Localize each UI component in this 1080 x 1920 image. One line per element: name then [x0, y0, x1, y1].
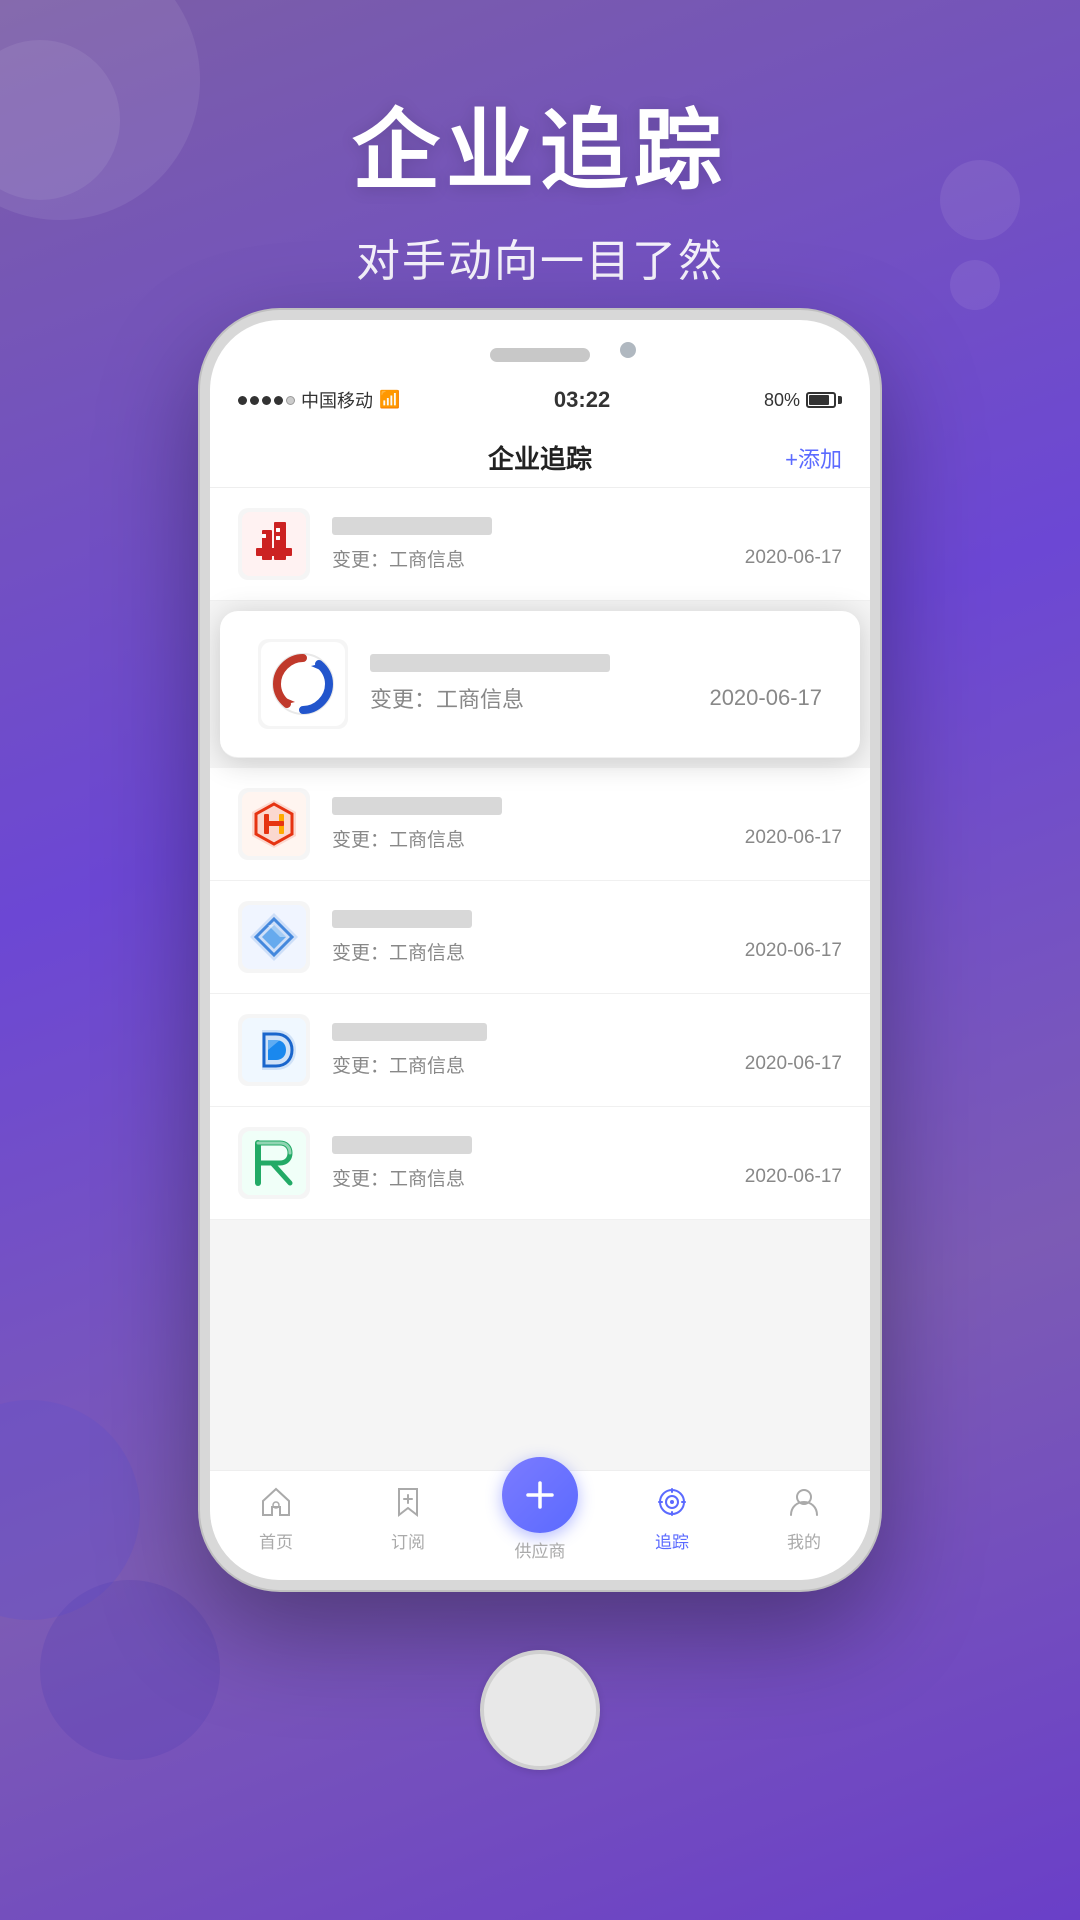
- item-meta-5: 变更：工商信息 2020-06-17: [332, 1051, 842, 1078]
- phone-inner: 中国移动 📶 03:22 80% 企业追踪 +添加: [210, 320, 870, 1580]
- company-name-6: [332, 1136, 842, 1154]
- supplier-plus-button[interactable]: [502, 1457, 578, 1533]
- company-logo-4: [238, 901, 310, 973]
- change-date-6: 2020-06-17: [745, 1166, 842, 1188]
- company-logo-2: [258, 639, 348, 729]
- item-info-6: 变更：工商信息 2020-06-17: [332, 1136, 842, 1191]
- company-name-5: [332, 1023, 842, 1041]
- status-time: 03:22: [554, 387, 610, 413]
- home-button: [480, 1650, 600, 1770]
- change-label-4: 变更：工商信息: [332, 938, 465, 965]
- list-item[interactable]: 变更：工商信息 2020-06-17: [210, 488, 870, 601]
- item-meta-2: 变更：工商信息 2020-06-17: [370, 682, 822, 714]
- name-blur-1: [332, 517, 492, 535]
- company-logo-3: [238, 788, 310, 860]
- status-right: 80%: [764, 390, 842, 411]
- tab-supplier-label: 供应商: [515, 1537, 566, 1562]
- item-info-1: 变更：工商信息 2020-06-17: [332, 517, 842, 572]
- change-label-5: 变更：工商信息: [332, 1051, 465, 1078]
- tab-bar: 首页 订阅: [210, 1470, 870, 1580]
- item-info-2: 变更：工商信息 2020-06-17: [370, 654, 822, 714]
- signal-dots: [238, 396, 295, 405]
- tab-subscribe-label: 订阅: [391, 1528, 425, 1553]
- tab-mine-label: 我的: [787, 1528, 821, 1553]
- bg-decoration-6: [40, 1580, 220, 1760]
- home-icon: [255, 1481, 297, 1523]
- item-meta-1: 变更：工商信息 2020-06-17: [332, 545, 842, 572]
- wifi-icon: 📶: [379, 390, 400, 410]
- company-logo-5: [238, 1014, 310, 1086]
- battery-body: [806, 392, 836, 408]
- item-info-3: 变更：工商信息 2020-06-17: [332, 797, 842, 852]
- list-item-4[interactable]: 变更：工商信息 2020-06-17: [210, 881, 870, 994]
- phone-speaker: [490, 348, 590, 362]
- carrier-label: 中国移动: [301, 387, 373, 413]
- change-date-3: 2020-06-17: [745, 827, 842, 849]
- change-label-3: 变更：工商信息: [332, 825, 465, 852]
- status-bar: 中国移动 📶 03:22 80%: [210, 378, 870, 422]
- list-item-5[interactable]: 变更：工商信息 2020-06-17: [210, 994, 870, 1107]
- status-left: 中国移动 📶: [238, 387, 400, 413]
- tab-home[interactable]: 首页: [210, 1481, 342, 1553]
- item-meta-4: 变更：工商信息 2020-06-17: [332, 938, 842, 965]
- phone-frame: 中国移动 📶 03:22 80% 企业追踪 +添加: [200, 310, 880, 1590]
- company-name-4: [332, 910, 842, 928]
- change-label-1: 变更：工商信息: [332, 545, 465, 572]
- battery-tip: [838, 396, 842, 404]
- list-item-highlighted[interactable]: 变更：工商信息 2020-06-17: [220, 611, 860, 758]
- list-item-3[interactable]: 变更：工商信息 2020-06-17: [210, 768, 870, 881]
- phone-camera: [620, 342, 636, 358]
- header-section: 企业追踪 对手动向一目了然: [0, 80, 1080, 289]
- signal-dot-3: [262, 396, 271, 405]
- tab-mine[interactable]: 我的: [738, 1481, 870, 1553]
- change-date-5: 2020-06-17: [745, 1053, 842, 1075]
- item-info-4: 变更：工商信息 2020-06-17: [332, 910, 842, 965]
- tab-supplier[interactable]: 供应商: [474, 1457, 606, 1562]
- content-area: 变更：工商信息 2020-06-17: [210, 488, 870, 1492]
- bookmark-icon: [387, 1481, 429, 1523]
- person-icon: [783, 1481, 825, 1523]
- tab-track-label: 追踪: [655, 1528, 689, 1553]
- name-blur-3: [332, 797, 502, 815]
- tab-track[interactable]: 追踪: [606, 1481, 738, 1553]
- company-name-2: [370, 654, 822, 672]
- signal-dot-5: [286, 396, 295, 405]
- nav-title: 企业追踪: [210, 439, 870, 476]
- battery-fill: [809, 395, 829, 405]
- battery-percent: 80%: [764, 390, 800, 411]
- add-button[interactable]: +添加: [785, 442, 842, 474]
- phone-mockup: 中国移动 📶 03:22 80% 企业追踪 +添加: [200, 310, 880, 1690]
- signal-dot-4: [274, 396, 283, 405]
- tab-home-label: 首页: [259, 1528, 293, 1553]
- change-label-2: 变更：工商信息: [370, 682, 524, 714]
- list-item-6[interactable]: 变更：工商信息 2020-06-17: [210, 1107, 870, 1220]
- name-blur-5: [332, 1023, 487, 1041]
- item-meta-3: 变更：工商信息 2020-06-17: [332, 825, 842, 852]
- sub-title: 对手动向一目了然: [0, 225, 1080, 289]
- change-label-6: 变更：工商信息: [332, 1164, 465, 1191]
- company-logo-6: [238, 1127, 310, 1199]
- battery-icon: [806, 392, 842, 408]
- name-blur-2: [370, 654, 610, 672]
- signal-dot-2: [250, 396, 259, 405]
- item-info-5: 变更：工商信息 2020-06-17: [332, 1023, 842, 1078]
- company-name-3: [332, 797, 842, 815]
- tab-subscribe[interactable]: 订阅: [342, 1481, 474, 1553]
- name-blur-6: [332, 1136, 472, 1154]
- main-title: 企业追踪: [0, 80, 1080, 207]
- track-icon: [651, 1481, 693, 1523]
- company-logo-1: [238, 508, 310, 580]
- change-date-2: 2020-06-17: [709, 685, 822, 711]
- app-nav-bar: 企业追踪 +添加: [210, 428, 870, 488]
- change-date-1: 2020-06-17: [745, 547, 842, 569]
- signal-dot-1: [238, 396, 247, 405]
- change-date-4: 2020-06-17: [745, 940, 842, 962]
- name-blur-4: [332, 910, 472, 928]
- company-name-1: [332, 517, 842, 535]
- item-meta-6: 变更：工商信息 2020-06-17: [332, 1164, 842, 1191]
